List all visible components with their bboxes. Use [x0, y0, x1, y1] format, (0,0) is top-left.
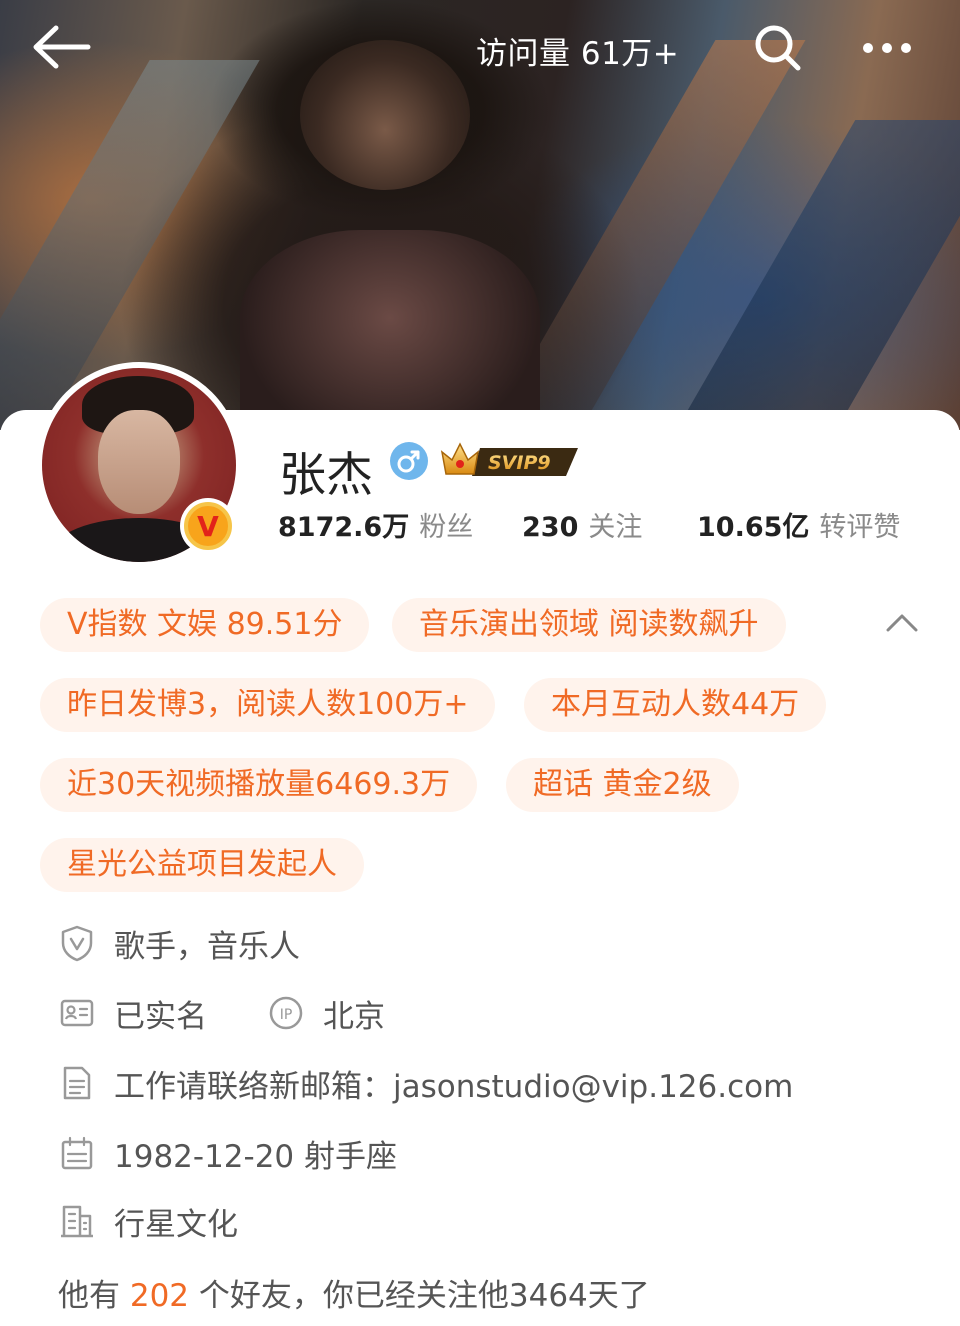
- company-building-icon: [61, 1205, 93, 1238]
- cover-portrait-body: [240, 230, 540, 430]
- friends-count[interactable]: 202: [130, 1278, 189, 1314]
- document-icon: [63, 1066, 91, 1100]
- friends-prefix: 他有: [58, 1278, 120, 1314]
- stat-label: 粉丝: [419, 512, 474, 543]
- tag-monthly-interactions[interactable]: 本月互动人数44万: [524, 678, 827, 732]
- tag-video-plays[interactable]: 近30天视频播放量6469.3万: [40, 758, 478, 812]
- profile-name: 张杰: [279, 448, 373, 503]
- info-birthday: 1982-12-20 射手座: [58, 1130, 397, 1176]
- info-company: 行星文化: [58, 1198, 238, 1244]
- info-contact: 工作请联络新邮箱：jasonstudio@vip.126.com: [58, 1060, 793, 1106]
- tag-v-index[interactable]: V指数 文娱 89.51分: [40, 598, 370, 652]
- birthday-text: 1982-12-20 射手座: [114, 1138, 398, 1175]
- stat-followers[interactable]: 8172.6万 粉丝: [278, 505, 473, 544]
- ip-location-icon: IP: [269, 996, 303, 1030]
- tag-charity[interactable]: 星光公益项目发起人: [40, 838, 364, 892]
- tag-music-reads[interactable]: 音乐演出领域 阅读数飙升: [392, 598, 786, 652]
- company-text[interactable]: 行星文化: [114, 1199, 238, 1244]
- svip-badge[interactable]: SVIP9: [438, 438, 584, 482]
- stat-value: 230: [522, 512, 579, 543]
- search-icon: [755, 25, 801, 71]
- svg-text:IP: IP: [280, 1007, 293, 1023]
- male-gender-icon: [390, 442, 428, 480]
- stat-label: 转评赞: [819, 512, 901, 543]
- stat-value: 10.65亿: [697, 512, 810, 543]
- info-verification: 歌手，音乐人: [58, 920, 300, 966]
- visits-count: 访问量 61万+: [476, 36, 680, 72]
- stat-value: 8172.6万: [278, 512, 410, 543]
- stat-label: 关注: [588, 512, 643, 543]
- svip-label: SVIP9: [488, 452, 551, 474]
- back-button[interactable]: [30, 22, 94, 72]
- male-symbol-icon: [397, 450, 420, 473]
- back-arrow-icon: [33, 25, 91, 69]
- friends-summary[interactable]: 他有 202 个好友，你已经关注他3464天了: [58, 1270, 650, 1315]
- real-name-text: 已实名: [114, 998, 207, 1035]
- avatar-face: [98, 410, 180, 514]
- verified-badge: V: [180, 498, 236, 554]
- verified-v-icon: V: [184, 502, 232, 550]
- ip-location-text: 北京: [323, 998, 385, 1035]
- verification-text: 歌手，音乐人: [114, 928, 300, 965]
- stat-following[interactable]: 230 关注: [522, 505, 642, 544]
- more-button[interactable]: [860, 30, 914, 66]
- id-card-icon: [60, 999, 94, 1027]
- top-bar: 访问量 61万+: [0, 0, 960, 96]
- collapse-tags-button[interactable]: [884, 610, 920, 634]
- stat-engagement[interactable]: 10.65亿 转评赞: [697, 505, 900, 544]
- chevron-up-icon: [886, 614, 918, 632]
- crown-icon: SVIP9: [440, 442, 578, 476]
- shield-v-icon: [61, 925, 93, 962]
- more-icon: [863, 43, 911, 53]
- calendar-icon: [61, 1136, 93, 1170]
- friends-suffix: 个好友，你已经关注他3464天了: [198, 1278, 650, 1314]
- tag-supertopic[interactable]: 超话 黄金2级: [506, 758, 739, 812]
- search-button[interactable]: [752, 22, 804, 74]
- contact-text[interactable]: 工作请联络新邮箱：jasonstudio@vip.126.com: [114, 1061, 793, 1106]
- tag-yesterday-posts[interactable]: 昨日发博3，阅读人数100万+: [40, 678, 496, 732]
- info-realname-ip: 已实名 IP 北京: [58, 990, 385, 1036]
